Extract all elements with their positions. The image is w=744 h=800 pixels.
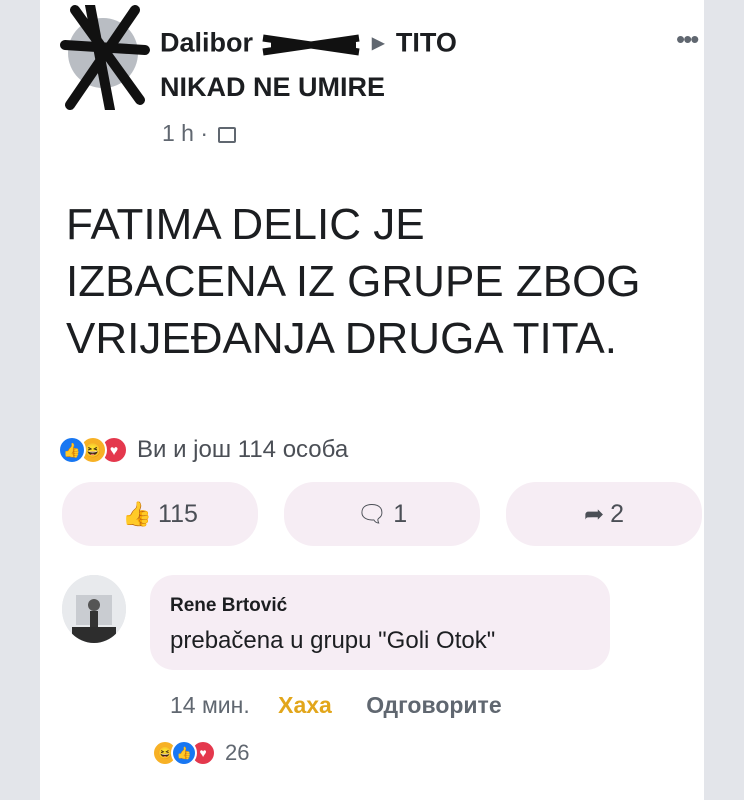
comment-text: prebačena u grupu "Goli Otok" <box>170 627 496 654</box>
share-arrow-icon: ➦ <box>583 500 605 528</box>
group-name[interactable]: TITO <box>396 27 457 57</box>
comment-reaction-count: 26 <box>225 740 250 765</box>
right-margin <box>704 0 744 800</box>
like-count: 115 <box>158 499 198 528</box>
post-header-line: Dalibor ▶ TITO <box>160 26 457 58</box>
commenter-avatar[interactable] <box>62 575 126 643</box>
post-text-line: VRIJEĐANJA DRUGA TITA. <box>66 314 617 363</box>
comment-button[interactable]: 🗨 1 <box>284 482 480 546</box>
comment-count: 1 <box>393 499 408 528</box>
like-button[interactable]: 👍 115 <box>62 482 258 546</box>
comment-bubble: Rene Brtović prebačena u grupu "Goli Oto… <box>150 575 610 670</box>
post-text-line: FATIMA DELIC JE <box>66 200 425 249</box>
post-card: Dalibor ▶ TITO NIKAD NE UMIRE ••• 1 h · … <box>40 0 704 800</box>
comment-meta: 14 мин. Хаха Одговорите <box>170 692 502 719</box>
share-count: 2 <box>610 499 624 528</box>
group-name-continued[interactable]: NIKAD NE UMIRE <box>160 72 385 103</box>
post-text: FATIMA DELIC JE IZBACENA IZ GRUPE ZBOG V… <box>66 196 704 367</box>
comment-reply-link[interactable]: Одговорите <box>366 692 501 718</box>
surname-redaction <box>261 32 361 56</box>
post-actions: 👍 115 🗨 1 ➦ 2 <box>62 482 702 546</box>
like-icon: 👍 <box>171 740 197 766</box>
separator-dot: · <box>200 120 209 146</box>
post-meta: 1 h · <box>162 120 237 147</box>
redaction-scribble <box>60 5 150 110</box>
share-button[interactable]: ➦ 2 <box>506 482 702 546</box>
arrow-right-icon: ▶ <box>372 34 385 52</box>
reactions-summary[interactable]: 👍 😆 ♥ Ви и још 114 особа <box>58 432 348 468</box>
post-text-line: IZBACENA IZ GRUPE ZBOG <box>66 257 641 306</box>
like-icon: 👍 <box>58 436 86 464</box>
author-name[interactable]: Dalibor <box>160 27 253 57</box>
post-time[interactable]: 1 h <box>162 120 194 146</box>
commenter-name[interactable]: Rene Brtović <box>170 595 287 617</box>
reactions-count-text[interactable]: Ви и још 114 особа <box>137 436 348 464</box>
group-privacy-icon <box>218 126 237 143</box>
comment-bubble-icon: 🗨 <box>356 500 388 528</box>
comment-time[interactable]: 14 мин. <box>170 692 250 718</box>
comment-haha-link[interactable]: Хаха <box>278 692 332 718</box>
comment-reactions[interactable]: 😆 👍 ♥ 26 <box>152 740 249 766</box>
thumbs-up-icon: 👍 <box>122 500 153 528</box>
more-options-button[interactable]: ••• <box>676 24 699 55</box>
left-margin <box>0 0 40 800</box>
